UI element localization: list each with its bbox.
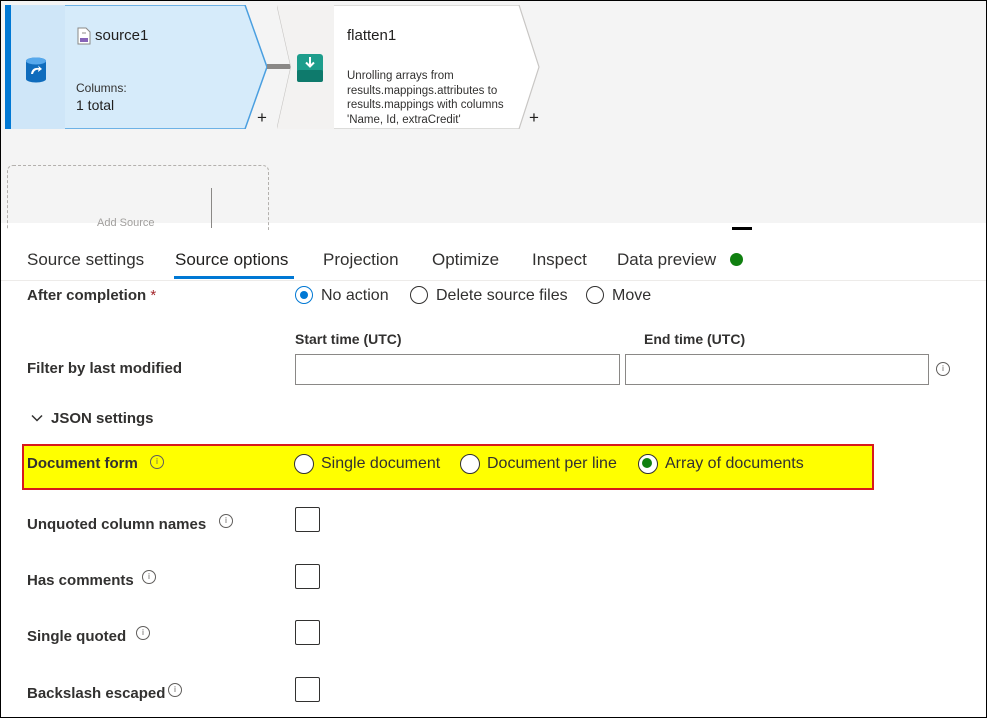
tab-projection[interactable]: Projection (323, 250, 399, 270)
has-comments-checkbox[interactable] (295, 564, 320, 589)
chevron-down-icon[interactable] (30, 411, 44, 425)
start-time-input[interactable] (295, 354, 620, 385)
after-completion-label: After completion * (27, 287, 157, 304)
end-time-input[interactable] (625, 354, 929, 385)
json-file-icon (77, 27, 91, 45)
end-time-label: End time (UTC) (644, 331, 746, 347)
json-settings-toggle[interactable]: JSON settings (51, 410, 154, 427)
single-quoted-checkbox[interactable] (295, 620, 320, 645)
unquoted-column-names-label: Unquoted column names (27, 516, 207, 533)
source-columns-value: 1 total (76, 97, 115, 113)
document-form-label: Document form (27, 455, 138, 472)
data-preview-status-dot (730, 253, 743, 266)
dataflow-canvas: source1 Columns: 1 total + flatten1 Unro… (1, 1, 986, 247)
backslash-escaped-label: Backslash escaped (27, 685, 166, 702)
has-comments-label: Has comments (27, 572, 134, 589)
placeholder-divider (211, 188, 212, 228)
tab-inspect[interactable]: Inspect (532, 250, 587, 270)
required-marker: * (150, 287, 157, 304)
tab-source-settings[interactable]: Source settings (27, 250, 144, 270)
radio-no-action[interactable] (295, 286, 313, 304)
radio-delete-source-files-label[interactable]: Delete source files (436, 287, 568, 305)
single-quoted-info-icon[interactable]: i (136, 626, 150, 640)
tab-data-preview[interactable]: Data preview (617, 250, 716, 270)
radio-document-per-line[interactable] (460, 454, 480, 474)
add-after-flatten-button[interactable]: + (529, 109, 539, 126)
backslash-escaped-checkbox[interactable] (295, 677, 320, 702)
backslash-escaped-info-icon[interactable]: i (168, 683, 182, 697)
radio-move-label[interactable]: Move (612, 287, 651, 305)
filter-info-icon[interactable]: i (936, 362, 950, 376)
single-quoted-label: Single quoted (27, 628, 127, 645)
flatten-node-title: flatten1 (347, 27, 397, 44)
has-comments-info-icon[interactable]: i (142, 570, 156, 584)
active-tab-indicator (174, 276, 294, 279)
app-frame: source1 Columns: 1 total + flatten1 Unro… (0, 0, 987, 718)
start-time-label: Start time (UTC) (295, 331, 402, 347)
source-node-title: source1 (95, 27, 149, 44)
add-source-text: Add Source (97, 217, 155, 229)
document-form-info-icon[interactable]: i (150, 455, 164, 469)
flatten-node-description: Unrolling arrays from results.mappings.a… (347, 70, 504, 126)
radio-array-of-documents-label[interactable]: Array of documents (665, 455, 804, 473)
filter-last-modified-label: Filter by last modified (27, 360, 183, 377)
source-node[interactable]: source1 Columns: 1 total (5, 5, 267, 129)
tab-optimize[interactable]: Optimize (432, 250, 499, 270)
add-after-source-button[interactable]: + (257, 109, 267, 126)
flatten-node[interactable]: flatten1 Unrolling arrays from results.m… (277, 5, 541, 129)
settings-tabs: Source settings Source options Projectio… (1, 230, 986, 281)
unquoted-column-names-checkbox[interactable] (295, 507, 320, 532)
flatten-icon (297, 54, 323, 82)
source-columns-label: Columns: (76, 81, 127, 95)
database-refresh-icon (26, 57, 46, 83)
radio-single-document[interactable] (294, 454, 314, 474)
radio-document-per-line-label[interactable]: Document per line (487, 455, 617, 473)
radio-single-document-label[interactable]: Single document (321, 455, 440, 473)
unquoted-column-names-info-icon[interactable]: i (219, 514, 233, 528)
radio-move[interactable] (586, 286, 604, 304)
radio-no-action-label[interactable]: No action (321, 287, 389, 305)
tab-source-options[interactable]: Source options (175, 250, 288, 270)
radio-delete-source-files[interactable] (410, 286, 428, 304)
radio-array-of-documents[interactable] (638, 454, 658, 474)
